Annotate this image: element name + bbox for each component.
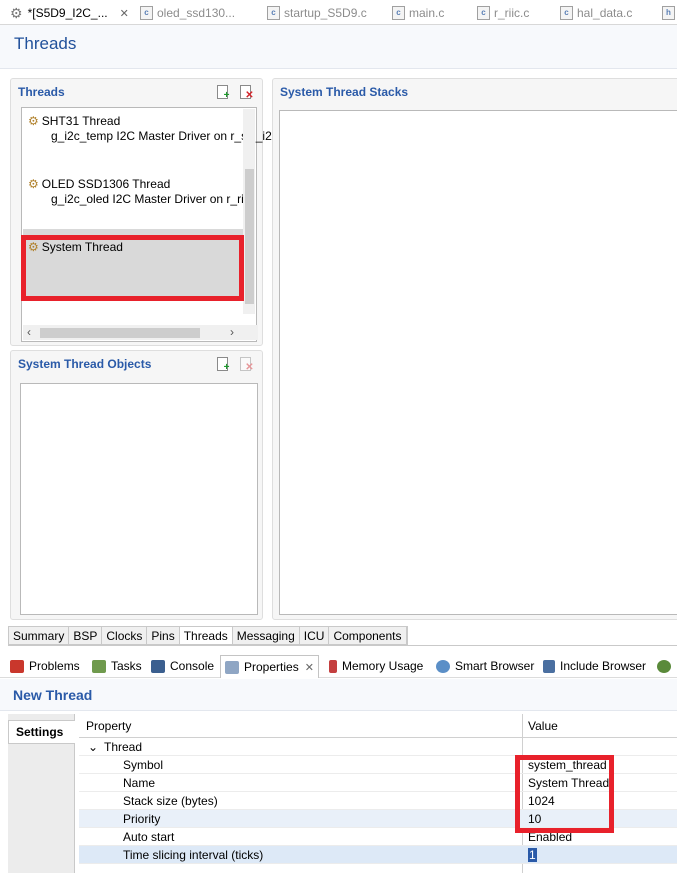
editor-tab-strip: ⚙ *[S5D9_I2C_... ✕ c oled_ssd130... c st… (0, 0, 677, 25)
include-browser-icon (543, 659, 555, 673)
tab-divider (8, 645, 677, 646)
views-tab-bar: Problems Tasks Console Properties ✕ Memo… (0, 652, 677, 678)
thread-sub-oled: g_i2c_oled I2C Master Driver on r_riic (51, 192, 253, 206)
thread-item-oled[interactable]: ⚙ OLED SSD1306 Thread (28, 177, 170, 191)
view-tab-tasks[interactable]: Tasks (92, 656, 142, 676)
page-title: Threads (14, 34, 77, 53)
tab-components[interactable]: Components (329, 627, 407, 644)
page-title-bar: Threads (0, 25, 677, 69)
add-object-icon[interactable]: + (214, 356, 231, 373)
editor-tab-label: startup_S5D9.c (284, 6, 367, 20)
tab-summary[interactable]: Summary (9, 627, 70, 644)
h-file-icon: h (662, 6, 675, 20)
header-property[interactable]: Property (86, 719, 131, 733)
editor-tab-hal-data[interactable]: c hal_data.c (560, 2, 632, 24)
view-tab-include-browser[interactable]: Include Browser (543, 656, 646, 676)
objects-section-title: System Thread Objects (18, 357, 152, 371)
console-icon (151, 659, 165, 673)
threads-list: ⚙ SHT31 Thread g_i2c_temp I2C Master Driv… (21, 107, 278, 342)
editor-tab-label: oled_ssd130... (157, 6, 236, 20)
c-file-icon: c (267, 6, 280, 20)
stacks-section-title: System Thread Stacks (280, 85, 409, 99)
view-tab-properties[interactable]: Properties ✕ (220, 655, 319, 678)
gear-icon: ⚙ (10, 4, 23, 21)
tab-pins[interactable]: Pins (147, 627, 180, 644)
editor-tab-main[interactable]: c main.c (392, 2, 444, 24)
editor-tab-label: hal_data.c (577, 6, 633, 20)
property-key: Auto start (123, 830, 175, 844)
editor-tab-riic[interactable]: c r_riic.c (477, 2, 529, 24)
editor-tab-label: *[S5D9_I2C_... (27, 6, 108, 20)
threads-section: Threads + ✕ ⚙ SHT31 Thread g_i2c_temp I2C… (10, 78, 278, 346)
close-icon[interactable]: ✕ (305, 661, 314, 674)
property-key: Name (123, 776, 156, 790)
view-tab-smart-browser[interactable]: Smart Browser (436, 656, 534, 676)
property-key: Stack size (bytes) (123, 794, 218, 808)
smart-browser-icon (436, 659, 450, 673)
property-key: Time slicing interval (ticks) (123, 848, 264, 862)
threads-vertical-scrollbar[interactable] (243, 109, 255, 314)
property-key: Priority (123, 812, 161, 826)
threads-horizontal-scrollbar[interactable]: ‹ › (23, 325, 258, 340)
objects-section: System Thread Objects + ✕ (10, 350, 263, 620)
tab-bsp[interactable]: BSP (69, 627, 103, 644)
threads-section-title: Threads (18, 85, 65, 99)
objects-list (20, 383, 258, 615)
stacks-area (279, 110, 677, 615)
properties-title: New Thread (13, 687, 93, 703)
stacks-section: System Thread Stacks (272, 78, 677, 620)
editor-tab-header[interactable]: h (662, 2, 677, 24)
c-file-icon: c (140, 6, 153, 20)
view-tab-overflow[interactable] (657, 656, 676, 676)
problems-icon (10, 659, 24, 673)
tasks-icon (92, 659, 106, 673)
highlight-system-thread (21, 235, 244, 301)
editor-tab-startup[interactable]: c startup_S5D9.c (267, 2, 367, 24)
remove-object-icon[interactable]: ✕ (237, 356, 254, 373)
scroll-left-icon[interactable]: ‹ (27, 325, 31, 340)
thread-item-sht31[interactable]: ⚙ SHT31 Thread (28, 114, 120, 128)
tab-threads[interactable]: Threads (179, 627, 233, 644)
editor-tab-oled[interactable]: c oled_ssd130... (140, 2, 235, 24)
table-row-selected[interactable]: Time slicing interval (ticks) 1 (79, 846, 677, 864)
thread-gear-icon: ⚙ (28, 177, 39, 191)
table-row-group-thread[interactable]: ⌄ Thread (79, 738, 677, 756)
header-value[interactable]: Value (528, 719, 558, 733)
properties-side-tabs: Settings (8, 714, 75, 873)
properties-icon (225, 660, 239, 674)
c-file-icon: c (560, 6, 573, 20)
editor-tab-label: r_riic.c (494, 6, 530, 20)
close-icon[interactable]: ✕ (120, 7, 129, 20)
highlight-thread-values (515, 755, 614, 833)
editor-tab-configuration[interactable]: ⚙ *[S5D9_I2C_... ✕ (10, 2, 129, 24)
view-tab-problems[interactable]: Problems (10, 656, 80, 676)
tab-clocks[interactable]: Clocks (102, 627, 148, 644)
editor-page-tabs: Summary BSP Clocks Pins Threads Messagin… (8, 626, 408, 645)
thread-gear-icon: ⚙ (28, 114, 39, 128)
properties-title-bar: New Thread (0, 679, 677, 711)
group-label: Thread (104, 740, 143, 754)
property-value-editor[interactable]: 1 (528, 848, 537, 862)
scroll-right-icon[interactable]: › (230, 325, 234, 340)
property-key: Symbol (123, 758, 164, 772)
add-thread-icon[interactable]: + (214, 84, 231, 101)
tab-messaging[interactable]: Messaging (233, 627, 300, 644)
value-text[interactable]: 1 (528, 848, 537, 862)
tab-icu[interactable]: ICU (300, 627, 330, 644)
table-header: Property Value (79, 714, 677, 738)
chevron-down-icon[interactable]: ⌄ (88, 740, 98, 754)
view-tab-console[interactable]: Console (151, 656, 214, 676)
c-file-icon: c (477, 6, 490, 20)
side-tab-settings[interactable]: Settings (8, 720, 75, 744)
editor-tab-label: main.c (409, 6, 445, 20)
bug-icon (657, 659, 671, 673)
remove-thread-icon[interactable]: ✕ (237, 84, 254, 101)
memory-usage-icon (329, 659, 337, 673)
view-tab-memory-usage[interactable]: Memory Usage (329, 656, 423, 676)
c-file-icon: c (392, 6, 405, 20)
